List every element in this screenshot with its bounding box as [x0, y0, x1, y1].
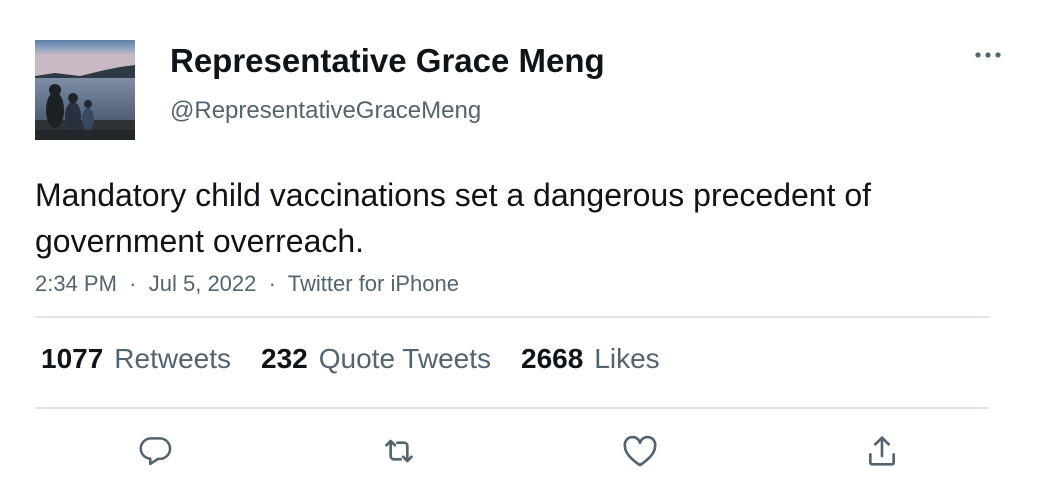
retweets-stat[interactable]: 1077 Retweets	[41, 343, 231, 375]
meta-separator: ·	[123, 271, 143, 296]
likes-stat[interactable]: 2668 Likes	[521, 343, 660, 375]
tweet-meta: 2:34 PM · Jul 5, 2022 · Twitter for iPho…	[35, 271, 459, 297]
share-icon[interactable]	[860, 429, 904, 473]
tweet-time[interactable]: 2:34 PM	[35, 271, 117, 296]
tweet-text: Mandatory child vaccinations set a dange…	[35, 177, 872, 259]
tweet-date[interactable]: Jul 5, 2022	[149, 271, 257, 296]
retweets-count: 1077	[41, 343, 104, 374]
engagement-stats: 1077 Retweets 232 Quote Tweets 2668 Like…	[41, 341, 690, 377]
author-handle[interactable]: @RepresentativeGraceMeng	[170, 97, 481, 125]
action-bar	[0, 429, 1050, 473]
meta-separator: ·	[262, 271, 283, 296]
quote-tweets-label: Quote Tweets	[318, 343, 491, 374]
retweet-icon[interactable]	[377, 429, 421, 473]
avatar[interactable]	[35, 40, 135, 140]
retweets-label: Retweets	[114, 343, 232, 374]
author-display-name[interactable]: Representative Grace Meng	[170, 42, 605, 80]
more-icon[interactable]	[968, 40, 1008, 70]
divider	[35, 407, 990, 409]
divider	[35, 316, 990, 318]
tweet-card: Representative Grace Meng @Representativ…	[0, 0, 1050, 480]
quote-tweets-stat[interactable]: 232 Quote Tweets	[261, 343, 491, 375]
avatar-photo	[35, 40, 135, 140]
tweet-source[interactable]: Twitter for iPhone	[288, 271, 459, 296]
likes-count: 2668	[521, 343, 584, 374]
likes-label: Likes	[594, 343, 660, 374]
quote-tweets-count: 232	[261, 343, 308, 374]
reply-icon[interactable]	[133, 429, 177, 473]
like-icon[interactable]	[618, 429, 662, 473]
